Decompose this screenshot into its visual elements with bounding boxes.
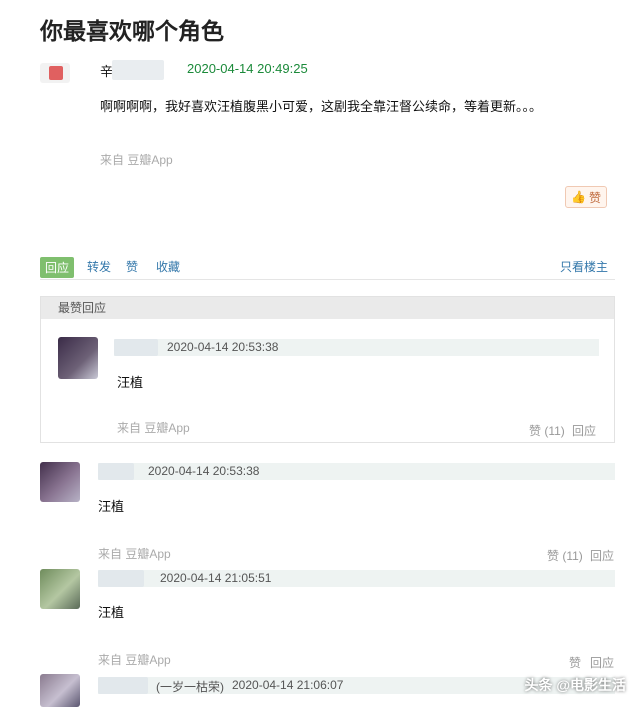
best-reply-timestamp: 2020-04-14 20:53:38 [167, 340, 279, 354]
post-source: 来自 豆瓣App [100, 153, 173, 167]
reply-source: 来自 豆瓣App [98, 653, 171, 667]
reply-reply-link[interactable]: 回应 [590, 547, 614, 564]
avatar[interactable] [40, 462, 80, 502]
best-reply-header: 最赞回应 [41, 297, 614, 319]
best-reply-source: 来自 豆瓣App [117, 421, 190, 435]
reply-button[interactable]: 回应 [40, 257, 75, 278]
reply-timestamp: 2020-04-14 21:06:07 [232, 678, 344, 692]
thumbs-up-icon: 👍 [571, 190, 586, 204]
page-title: 你最喜欢哪个角色 [40, 18, 224, 44]
reply-content: 汪植 [98, 499, 125, 514]
author-name-blur [98, 463, 134, 480]
avatar[interactable] [40, 569, 80, 609]
author-name-blur [114, 339, 158, 356]
like-label: 赞 [588, 190, 601, 205]
watermark: 头条 @电影生活 [524, 677, 626, 693]
author-name-blur [98, 570, 144, 587]
avatar[interactable] [40, 63, 70, 83]
forward-link[interactable]: 转发 [87, 258, 111, 275]
post-content: 啊啊啊啊，我好喜欢汪植腹黑小可爱，这剧我全靠汪督公续命，等着更新。。。 [100, 99, 543, 114]
reply-likes[interactable]: 赞 [569, 654, 581, 671]
like-button[interactable]: 👍 赞 [565, 186, 607, 208]
reply-timestamp: 2020-04-14 21:05:51 [160, 571, 272, 585]
like-link[interactable]: 赞 [126, 258, 138, 275]
reply-likes[interactable]: 赞 (11) [547, 547, 583, 564]
avatar[interactable] [40, 674, 80, 707]
reply-name-suffix: (一岁一枯荣) [156, 680, 224, 694]
author-name-blur [112, 60, 164, 80]
best-reply-content: 汪植 [117, 375, 144, 390]
reply-timestamp: 2020-04-14 20:53:38 [148, 464, 260, 478]
only-op-link[interactable]: 只看楼主 [560, 258, 608, 275]
avatar[interactable] [58, 337, 98, 379]
collect-link[interactable]: 收藏 [156, 258, 180, 275]
best-reply-box: 最赞回应 2020-04-14 20:53:38 汪植 来自 豆瓣App 赞 (… [40, 296, 615, 443]
best-reply-reply-link[interactable]: 回应 [572, 422, 596, 439]
action-divider [40, 279, 615, 280]
best-reply-likes[interactable]: 赞 (11) [529, 422, 565, 439]
reply-content: 汪植 [98, 605, 125, 620]
author-name-blur [98, 677, 148, 694]
post-timestamp: 2020-04-14 20:49:25 [187, 61, 308, 76]
reply-source: 来自 豆瓣App [98, 547, 171, 561]
reply-reply-link[interactable]: 回应 [590, 654, 614, 671]
